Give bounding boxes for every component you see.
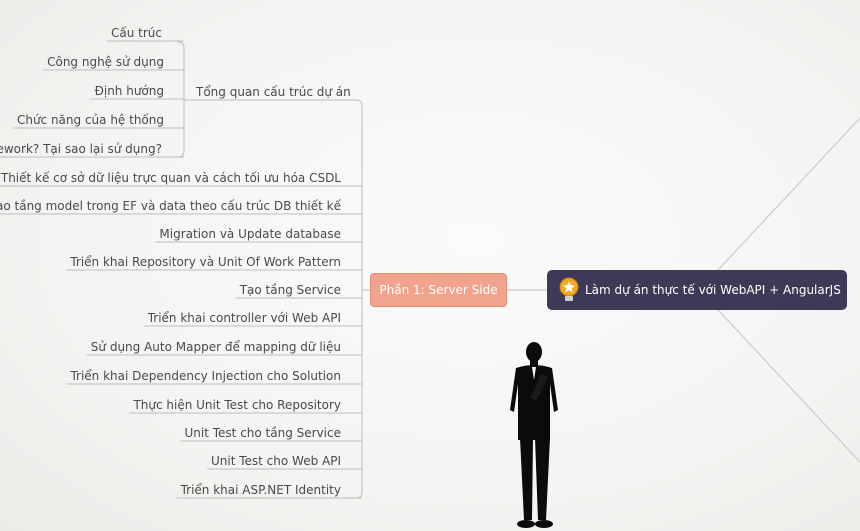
overview-child-direction[interactable]: Định hướng	[95, 84, 164, 98]
topic-migration[interactable]: Migration và Update database	[159, 227, 341, 241]
overview-child-structure[interactable]: Cấu trúc	[111, 26, 162, 40]
server-side-node[interactable]: Phần 1: Server Side	[370, 273, 507, 307]
overview-node[interactable]: Tổng quan cấu trúc dự án	[196, 85, 351, 99]
topic-db-design[interactable]: Thiết kế cơ sở dữ liệu trực quan và cách…	[1, 171, 341, 185]
lightbulb-icon	[559, 277, 579, 301]
topic-unittest-service[interactable]: Unit Test cho tầng Service	[185, 426, 342, 440]
topic-di[interactable]: Triển khai Dependency Injection cho Solu…	[70, 369, 341, 383]
mindmap-canvas: Cấu trúc Công nghệ sử dụng Định hướng Ch…	[0, 0, 860, 531]
topic-unittest-webapi[interactable]: Unit Test cho Web API	[211, 454, 341, 468]
topic-repository[interactable]: Triển khai Repository và Unit Of Work Pa…	[70, 255, 341, 269]
overview-child-features[interactable]: Chức năng của hệ thống	[17, 113, 164, 127]
root-label: Làm dự án thực tế với WebAPI + AngularJS	[585, 283, 841, 297]
topic-ef-model[interactable]: Tạo tầng model trong EF và data theo cấu…	[0, 199, 341, 213]
overview-child-tech[interactable]: Công nghệ sử dụng	[47, 55, 164, 69]
root-node[interactable]: Làm dự án thực tế với WebAPI + AngularJS	[547, 270, 847, 310]
topic-identity[interactable]: Triển khai ASP.NET Identity	[181, 483, 341, 497]
topic-service-layer[interactable]: Tạo tầng Service	[240, 283, 341, 297]
topic-controller[interactable]: Triển khai controller với Web API	[148, 311, 341, 325]
overview-child-framework[interactable]: amework? Tại sao lại sử dụng?	[0, 142, 162, 156]
topic-automapper[interactable]: Sử dụng Auto Mapper để mapping dữ liệu	[91, 340, 341, 354]
businessman-silhouette	[510, 342, 558, 528]
server-side-label: Phần 1: Server Side	[379, 283, 498, 297]
topic-unittest-repo[interactable]: Thực hiện Unit Test cho Repository	[133, 398, 341, 412]
